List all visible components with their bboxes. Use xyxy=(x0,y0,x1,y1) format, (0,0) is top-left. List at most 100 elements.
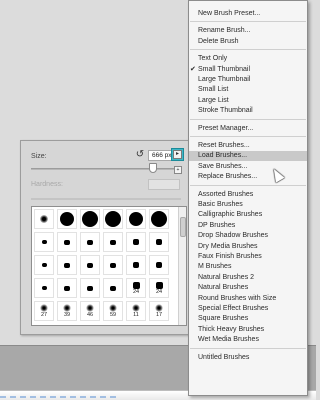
brush-tip-icon xyxy=(110,262,116,268)
brush-tip-icon xyxy=(87,239,93,245)
brush-tile[interactable] xyxy=(34,232,54,252)
menu-item-wet-media-brushes[interactable]: Wet Media Brushes xyxy=(189,335,307,345)
menu-item-label: Load Brushes... xyxy=(198,152,248,160)
menu-item-label: Square Brushes xyxy=(198,315,249,323)
menu-item-calligraphic-brushes[interactable]: Calligraphic Brushes xyxy=(189,210,307,220)
menu-item-natural-brushes[interactable]: Natural Brushes xyxy=(189,283,307,293)
menu-item-text-only[interactable]: Text Only xyxy=(189,54,307,64)
menu-item-new-brush-preset[interactable]: New Brush Preset... xyxy=(189,9,307,19)
brush-tile[interactable] xyxy=(57,232,77,252)
brush-tile[interactable] xyxy=(80,255,100,275)
brush-tip-icon xyxy=(41,263,47,267)
menu-item-round-brushes-with-size[interactable]: Round Brushes with Size xyxy=(189,294,307,304)
brush-tip-icon xyxy=(110,285,116,291)
brush-tile[interactable] xyxy=(80,232,100,252)
menu-separator xyxy=(190,184,306,186)
reset-size-icon[interactable]: ↺ xyxy=(135,150,145,160)
brush-tile[interactable]: 27 xyxy=(34,301,54,321)
menu-item-label: Drop Shadow Brushes xyxy=(198,232,269,240)
menu-item-rename-brush[interactable]: Rename Brush... xyxy=(189,26,307,36)
brush-tip-icon xyxy=(151,211,167,227)
brush-tile[interactable] xyxy=(80,209,100,229)
panel-menu-button[interactable]: ▸ xyxy=(171,148,184,161)
hardness-input[interactable] xyxy=(148,179,180,190)
brush-tile[interactable] xyxy=(149,255,169,275)
menu-item-small-thumbnail[interactable]: ✔ Small Thumbnail xyxy=(189,65,307,75)
menu-item-delete-brush[interactable]: Delete Brush xyxy=(189,37,307,47)
brush-tile[interactable] xyxy=(149,232,169,252)
menu-item-dry-media-brushes[interactable]: Dry Media Brushes xyxy=(189,242,307,252)
menu-item-basic-brushes[interactable]: Basic Brushes xyxy=(189,200,307,210)
brush-tile[interactable]: 46 xyxy=(80,301,100,321)
gear-icon: ▸ xyxy=(173,150,182,159)
menu-item-natural-brushes-2[interactable]: Natural Brushes 2 xyxy=(189,273,307,283)
menu-item-label: Faux Finish Brushes xyxy=(198,253,262,260)
menu-item-label: New Brush Preset... xyxy=(198,10,261,17)
brush-tip-icon xyxy=(64,262,70,268)
brush-tile[interactable]: 39 xyxy=(57,301,77,321)
menu-item-reset-brushes[interactable]: Reset Brushes... xyxy=(189,141,307,151)
brush-tile[interactable] xyxy=(57,209,77,229)
menu-item-special-effect-brushes[interactable]: Special Effect Brushes xyxy=(189,304,307,314)
brush-tile[interactable] xyxy=(34,278,54,298)
menu-item-load-brushes[interactable]: Load Brushes... xyxy=(189,151,307,162)
menu-item-assorted-brushes[interactable]: Assorted Brushes xyxy=(189,190,307,200)
brush-tile[interactable] xyxy=(103,255,123,275)
menu-item-label: DP Brushes xyxy=(198,221,236,229)
menu-item-large-thumbnail[interactable]: Large Thumbnail xyxy=(189,75,307,85)
brush-tile[interactable] xyxy=(57,278,77,298)
menu-item-preset-manager[interactable]: Preset Manager... xyxy=(189,124,307,134)
brush-tile[interactable] xyxy=(57,255,77,275)
brush-tip-icon xyxy=(155,304,163,312)
menu-item-stroke-thumbnail[interactable]: Stroke Thumbnail xyxy=(189,106,307,116)
brush-tile[interactable] xyxy=(103,209,123,229)
brush-tile[interactable]: 24 xyxy=(149,278,169,298)
menu-item-drop-shadow-brushes[interactable]: Drop Shadow Brushes xyxy=(189,231,307,241)
menu-item-thick-heavy-brushes[interactable]: Thick Heavy Brushes xyxy=(189,325,307,335)
hardness-slider-track[interactable] xyxy=(31,198,181,200)
menu-item-label: M Brushes xyxy=(198,263,232,271)
menu-item-label: Natural Brushes 2 xyxy=(198,273,255,281)
menu-item-label: Delete Brush xyxy=(198,37,239,45)
new-preset-icon[interactable]: + xyxy=(174,166,182,174)
menu-item-label: Small List xyxy=(198,86,229,94)
brush-tile[interactable] xyxy=(34,255,54,275)
grid-scrollbar[interactable] xyxy=(178,207,186,325)
menu-item-square-brushes[interactable]: Square Brushes xyxy=(189,314,307,324)
menu-item-label: Untitled Brushes xyxy=(198,353,250,361)
brush-tile[interactable] xyxy=(103,278,123,298)
taskbar-decoration xyxy=(0,396,120,398)
menu-item-label: Small Thumbnail xyxy=(198,65,251,73)
brush-tile[interactable] xyxy=(126,255,146,275)
brush-tile[interactable] xyxy=(103,232,123,252)
grid-scroll-thumb[interactable] xyxy=(180,217,186,237)
brush-tile[interactable] xyxy=(126,232,146,252)
brush-tile[interactable]: 59 xyxy=(103,301,123,321)
brush-tip-icon xyxy=(133,262,139,268)
brush-tile[interactable]: 17 xyxy=(149,301,169,321)
size-slider-track[interactable] xyxy=(31,168,181,170)
brush-tile[interactable] xyxy=(126,209,146,229)
menu-item-dp-brushes[interactable]: DP Brushes xyxy=(189,221,307,231)
brush-size-label: 46 xyxy=(86,312,94,318)
menu-item-large-list[interactable]: Large List xyxy=(189,96,307,106)
menu-item-replace-brushes[interactable]: Replace Brushes... xyxy=(189,172,307,182)
brush-tile[interactable] xyxy=(34,209,54,229)
menu-item-faux-finish-brushes[interactable]: Faux Finish Brushes xyxy=(189,252,307,262)
menu-item-m-brushes[interactable]: M Brushes xyxy=(189,262,307,272)
brush-tile[interactable]: 24 xyxy=(126,278,146,298)
brush-tile[interactable] xyxy=(149,209,169,229)
menu-item-save-brushes[interactable]: Save Brushes... xyxy=(189,162,307,172)
menu-item-label: Large Thumbnail xyxy=(198,76,251,83)
menu-item-label: Reset Brushes... xyxy=(198,142,250,149)
brush-tip-icon xyxy=(110,239,116,245)
brush-tip-icon xyxy=(155,281,163,289)
brush-size-label: 24 xyxy=(155,288,163,295)
brush-tip-icon xyxy=(109,304,117,312)
menu-item-untitled-brushes[interactable]: Untitled Brushes xyxy=(189,353,307,363)
size-slider-thumb[interactable] xyxy=(149,163,157,173)
brush-tile[interactable] xyxy=(80,278,100,298)
menu-item-small-list[interactable]: Small List xyxy=(189,85,307,95)
brush-tip-icon xyxy=(86,304,94,312)
brush-tile[interactable]: 11 xyxy=(126,301,146,321)
